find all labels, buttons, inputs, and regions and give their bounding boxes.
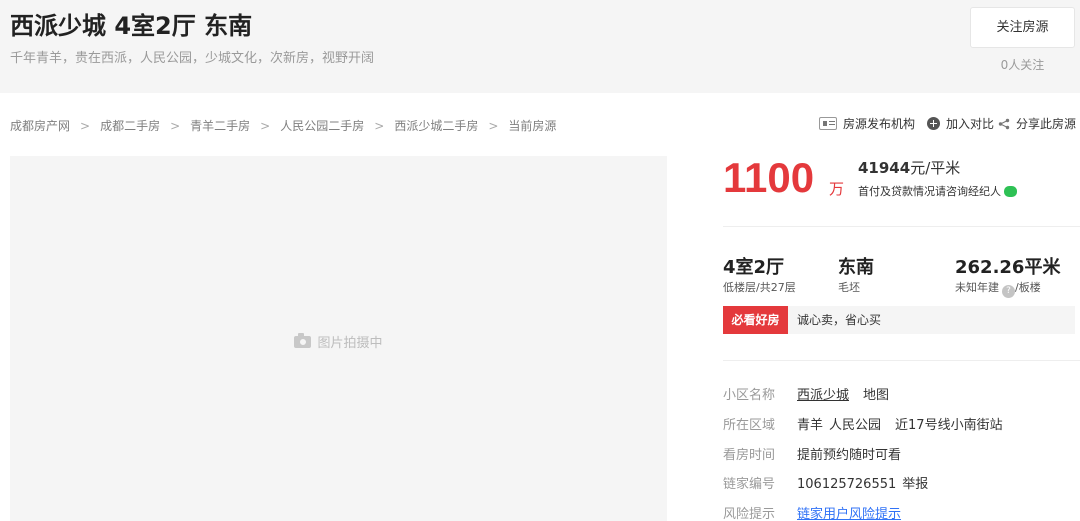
area-value-group: 青羊 人民公园 近17号线小南街站 [797, 414, 1003, 433]
breadcrumb: 成都房产网 > 成都二手房 > 青羊二手房 > 人民公园二手房 > 西派少城二手房 > 当前房源 [10, 117, 556, 134]
breadcrumb-separator: > [488, 119, 499, 133]
add-compare-button[interactable]: 加入对比 [927, 115, 994, 132]
breadcrumb-current: 当前房源 [508, 119, 557, 133]
report-link[interactable]: 举报 [902, 477, 928, 492]
photo-placeholder: 图片拍摄中 [10, 332, 667, 351]
agency-info-button[interactable]: 房源发布机构 [819, 115, 915, 132]
breadcrumb-link-chengdu-second-hand[interactable]: 成都二手房 [100, 119, 160, 133]
breadcrumb-link-qingyang[interactable]: 青羊二手房 [190, 119, 250, 133]
floor-area: 262.26平米 [955, 257, 1061, 278]
community-label: 小区名称 [723, 388, 776, 403]
floor-info: 低楼层/共27层 [723, 281, 796, 294]
must-see-badge: 必看好房 [723, 306, 788, 334]
map-link[interactable]: 地图 [863, 388, 889, 403]
compare-plus-icon [927, 117, 940, 130]
promo-text: 诚心卖，省心买 [797, 313, 882, 327]
community-link[interactable]: 西派少城 [797, 388, 849, 403]
breadcrumb-separator: > [260, 119, 271, 133]
listing-code-label: 链家编号 [723, 477, 776, 492]
orientation: 东南 [838, 257, 874, 278]
follow-count: 0人关注 [1000, 58, 1045, 72]
build-year: 未知年建 [955, 281, 999, 294]
unit-price-value: 41944 [858, 159, 911, 177]
compare-label: 加入对比 [946, 117, 995, 131]
divider [723, 226, 1080, 227]
risk-label: 风险提示 [723, 507, 776, 521]
page-title: 西派少城 4室2厅 东南 [10, 12, 253, 40]
promo-banner: 必看好房 诚心卖，省心买 [723, 306, 1075, 334]
risk-value-group: 链家用户风险提示 [797, 503, 901, 521]
loan-note-text: 首付及贷款情况请咨询经纪人 [858, 185, 1001, 198]
divider [723, 360, 1080, 361]
chat-bubble-icon[interactable] [1004, 180, 1017, 197]
visit-time-value: 提前预约随时可看 [797, 448, 902, 463]
visit-time-label: 看房时间 [723, 448, 776, 463]
breadcrumb-link-xipai-shaocheng[interactable]: 西派少城二手房 [394, 119, 478, 133]
unit-price-suffix: 元/平米 [910, 159, 961, 177]
room-layout: 4室2厅 [723, 257, 785, 278]
district-link[interactable]: 青羊 [797, 418, 823, 433]
share-listing-button[interactable]: 分享此房源 [998, 115, 1076, 132]
share-icon [998, 118, 1010, 129]
area-label: 所在区域 [723, 418, 776, 433]
agency-card-icon [819, 117, 837, 130]
camera-icon [294, 333, 312, 348]
header-section: 西派少城 4室2厅 东南 千年青羊，贵在西派，人民公园，少城文化，次新房，视野开… [0, 0, 1080, 93]
community-value-group: 西派少城 地图 [797, 384, 889, 403]
total-price: 1100 [723, 154, 815, 201]
build-year-info: 未知年建?/板楼 [955, 279, 1041, 298]
loan-consult-note[interactable]: 首付及贷款情况请咨询经纪人 [858, 180, 1017, 199]
risk-notice-link[interactable]: 链家用户风险提示 [797, 507, 901, 521]
breadcrumb-separator: > [170, 119, 181, 133]
agency-label: 房源发布机构 [843, 117, 916, 131]
total-price-unit: 万 [829, 180, 845, 198]
page-subtitle: 千年青羊，贵在西派，人民公园，少城文化，次新房，视野开阔 [10, 51, 375, 66]
listing-code-value: 106125726551 [797, 477, 897, 492]
listing-photo-area[interactable]: 图片拍摄中 [10, 156, 667, 521]
decoration-status: 毛坯 [838, 281, 860, 294]
breadcrumb-separator: > [374, 119, 385, 133]
share-label: 分享此房源 [1016, 117, 1077, 131]
photo-placeholder-text: 图片拍摄中 [317, 336, 383, 351]
nearby-station: 近17号线小南街站 [895, 418, 1003, 433]
breadcrumb-link-chengdu-property[interactable]: 成都房产网 [10, 119, 70, 133]
breadcrumb-separator: > [80, 119, 91, 133]
help-question-icon[interactable]: ? [1002, 285, 1015, 298]
listing-code-group: 106125726551 举报 [797, 473, 928, 492]
subarea-link[interactable]: 人民公园 [829, 418, 881, 433]
follow-listing-button[interactable]: 关注房源 [970, 7, 1075, 48]
building-type: /板楼 [1015, 281, 1041, 294]
unit-price: 41944元/平米 [858, 157, 960, 178]
breadcrumb-link-peoples-park[interactable]: 人民公园二手房 [280, 119, 364, 133]
